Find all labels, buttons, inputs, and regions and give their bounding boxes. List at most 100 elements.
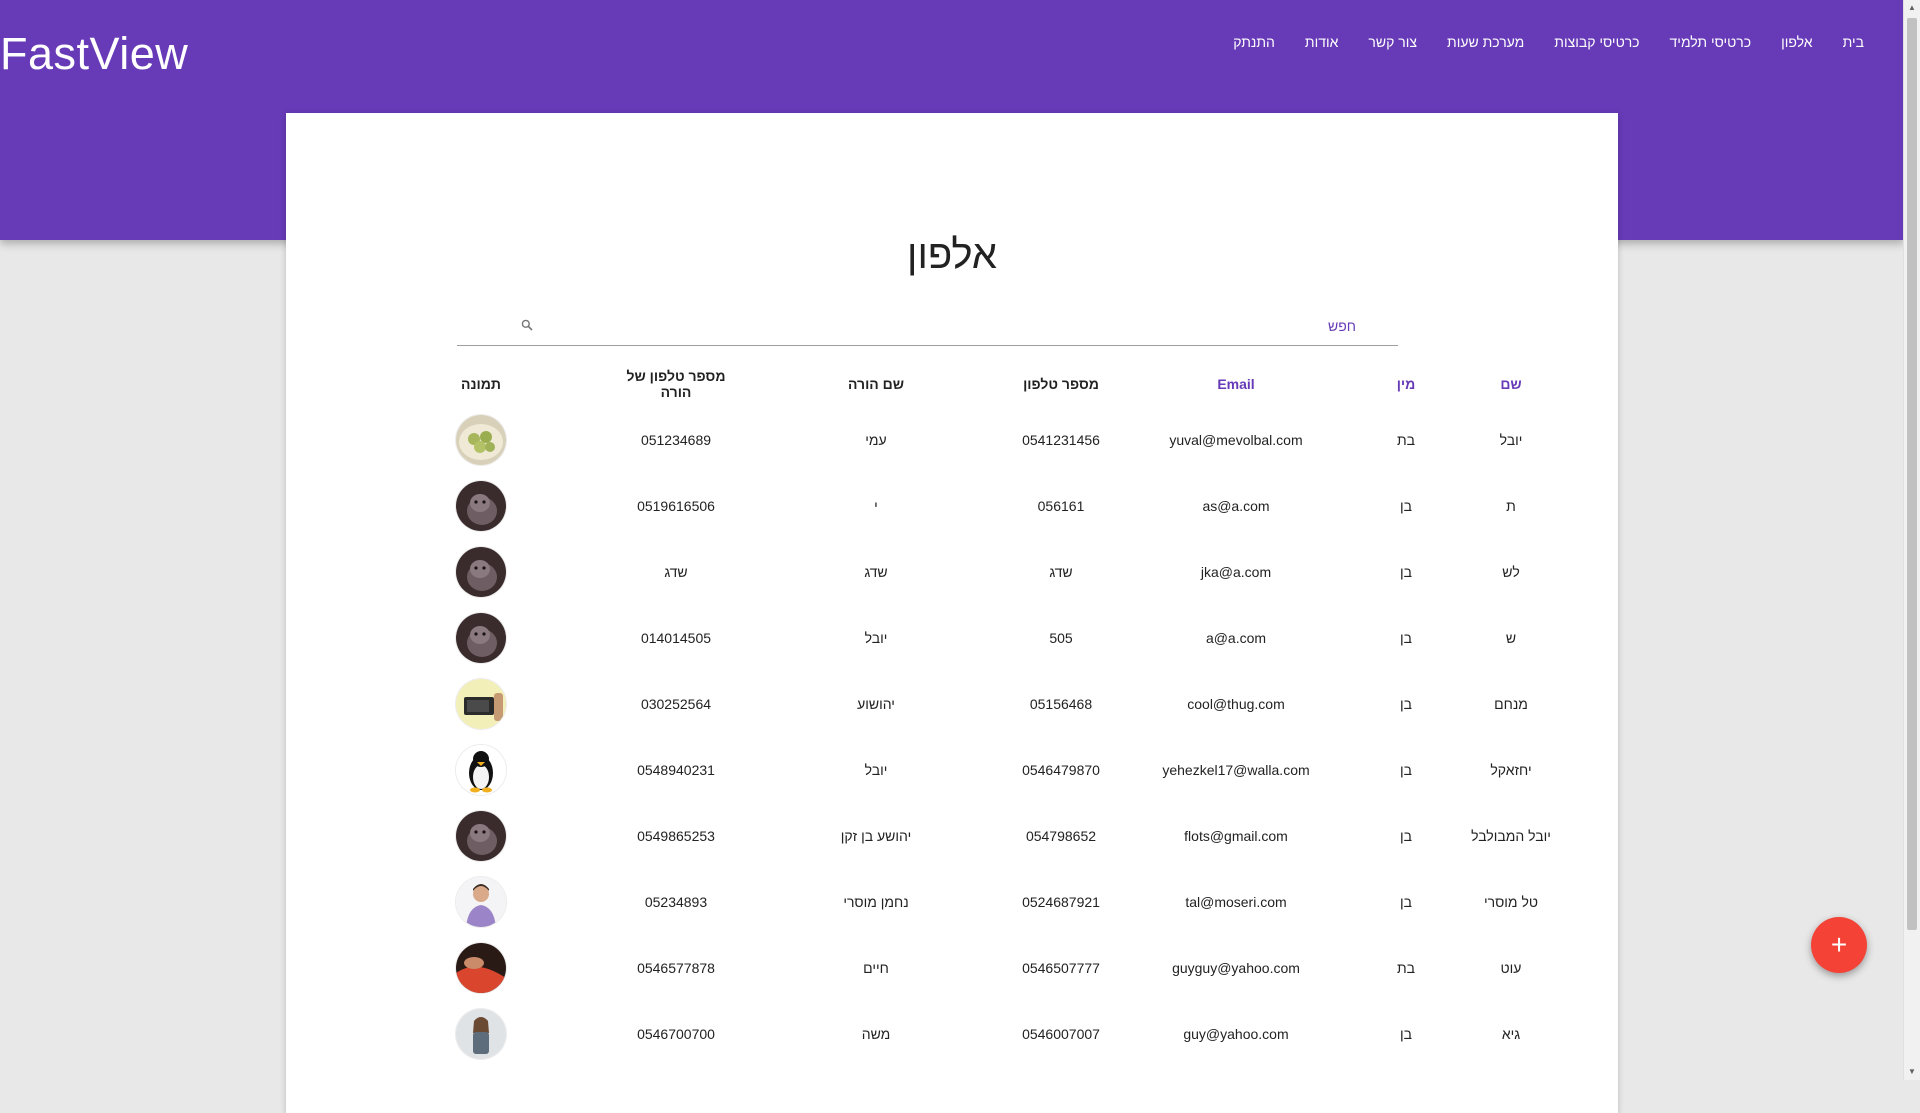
cell-parent-name: יהושע בן זקן [840,828,912,844]
header-parent-phone: מספר טלפון של הורה [626,368,726,400]
header-photo: תמונה [461,376,501,392]
cell-gender: בן [1399,828,1412,844]
avatar[interactable] [456,877,506,927]
cell-parent-name: משה [861,1026,891,1042]
header-name[interactable]: שם [1446,361,1576,407]
table-row[interactable]: ש בן a@a.com 505 יובל 014014505 [346,605,1576,671]
cell-email: guyguy@yahoo.com [1172,960,1300,976]
plus-icon: + [1830,929,1848,960]
avatar[interactable] [456,745,506,795]
cell-photo [346,737,616,803]
header-phone: מספר טלפון [1023,376,1099,392]
contacts-card: אלפון שם מין Email מספר טלפון שם הורה מס… [286,113,1618,1113]
header-gender[interactable]: מין [1366,361,1446,407]
cell-parent-phone: 051234689 [640,432,712,448]
page-title: אלפון [907,233,997,277]
header-parent-name: שם הורה [847,376,905,392]
search-icon[interactable] [521,319,533,331]
nav-logout[interactable]: התנתק [1218,32,1290,52]
cell-gender: בת [1396,432,1416,448]
cell-photo [346,407,616,473]
cell-photo [346,671,616,737]
cell-name: לש [1502,564,1520,580]
cell-gender: בן [1399,762,1412,778]
table-row[interactable]: גיא בן guy@yahoo.com 0546007007 משה 054670070… [346,1001,1576,1067]
table-row[interactable]: יובל המבולבל בן flots@gmail.com 054798652 יה… [346,803,1576,869]
cell-email: yuval@mevolbal.com [1169,432,1303,448]
add-contact-button[interactable]: + [1811,917,1867,973]
table-row[interactable]: לש בן jka@a.com שדג שדג שדג [346,539,1576,605]
cell-email: as@a.com [1202,498,1270,514]
nav-contact-us[interactable]: צור קשר [1353,32,1432,52]
table-row[interactable]: טל מוסרי בן tal@moseri.com 0524687921 נחמן מ… [346,869,1576,935]
cell-email: jka@a.com [1200,564,1272,580]
cell-photo [346,605,616,671]
avatar[interactable] [456,481,506,531]
cell-phone: 05156468 [1029,696,1093,712]
avatar[interactable] [456,943,506,993]
cell-gender: בן [1399,498,1412,514]
cell-parent-phone: 014014505 [640,630,712,646]
cell-parent-name: יובל [864,762,888,778]
nav-student-cards[interactable]: כרטיסי תלמיד [1655,32,1767,52]
cell-phone: שדג [1049,564,1073,580]
avatar[interactable] [456,1009,506,1059]
cell-photo [346,803,616,869]
avatar[interactable] [456,811,506,861]
scroll-thumb[interactable] [1907,18,1917,930]
brand-logo[interactable]: FastView [0,28,188,80]
table-row[interactable]: יחזאקל בן yehezkel17@walla.com 0546479870 יו… [346,737,1576,803]
table-row[interactable]: עוט בת guyguy@yahoo.com 0546507777 חיים 05465… [346,935,1576,1001]
cell-parent-phone: 0546577878 [637,960,715,976]
cell-name: טל מוסרי [1484,894,1538,910]
avatar[interactable] [456,613,506,663]
cell-parent-phone: 0546700700 [637,1026,715,1042]
cell-parent-name: י [874,498,878,514]
cell-email: tal@moseri.com [1185,894,1287,910]
avatar[interactable] [456,679,506,729]
cell-parent-name: עמי [865,432,887,448]
cell-name: עוט [1500,960,1522,976]
cell-name: יובל המבולבל [1471,828,1551,844]
cell-name: יובל [1499,432,1523,448]
scroll-down-arrow[interactable]: ▼ [1904,1064,1920,1080]
table-header-row: שם מין Email מספר טלפון שם הורה מספר טלפ… [346,361,1576,407]
cell-parent-name: יובל [864,630,888,646]
cell-gender: בן [1399,894,1412,910]
avatar[interactable] [456,547,506,597]
cell-photo [346,1001,616,1067]
search-input[interactable] [537,311,1358,341]
cell-parent-phone: 030252564 [640,696,712,712]
header-email[interactable]: Email [1106,361,1366,407]
page-scrollbar[interactable]: ▲ ▼ [1903,0,1920,1080]
cell-name: ת [1506,498,1516,514]
scroll-up-arrow[interactable]: ▲ [1904,0,1920,16]
cell-photo [346,539,616,605]
cell-phone: 0546007007 [1022,1026,1100,1042]
nav-timetable[interactable]: מערכת שעות [1432,32,1539,52]
cell-phone: 056161 [1037,498,1085,514]
cell-parent-phone: 0519616506 [637,498,715,514]
cell-name: ש [1505,630,1517,646]
cell-name: מנחם [1494,696,1528,712]
cell-parent-phone: שדג [664,564,688,580]
avatar[interactable] [456,415,506,465]
table-row[interactable]: מנחם בן cool@thug.com 05156468 יהושוע 0302525… [346,671,1576,737]
cell-parent-phone: 0548940231 [637,762,715,778]
nav-group-cards[interactable]: כרטיסי קבוצות [1539,32,1654,52]
table-row[interactable]: יובל בת yuval@mevolbal.com 0541231456 עמי 051… [346,407,1576,473]
cell-parent-name: נחמן מוסרי [843,894,909,910]
cell-parent-name: חיים [863,960,889,976]
nav-contacts[interactable]: אלפון [1766,32,1827,52]
cell-name: יחזאקל [1490,762,1532,778]
cell-email: a@a.com [1205,630,1267,646]
contacts-table: שם מין Email מספר טלפון שם הורה מספר טלפ… [346,361,1576,1067]
table-row[interactable]: ת בן as@a.com 056161 י 0519616506 [346,473,1576,539]
nav-home[interactable]: בית [1828,32,1879,52]
cell-parent-phone: 05234893 [644,894,708,910]
nav-about[interactable]: אודות [1290,32,1354,52]
search-bar [457,305,1398,346]
cell-phone: 0546479870 [1022,762,1100,778]
cell-phone: 0546507777 [1022,960,1100,976]
cell-email: yehezkel17@walla.com [1162,762,1310,778]
